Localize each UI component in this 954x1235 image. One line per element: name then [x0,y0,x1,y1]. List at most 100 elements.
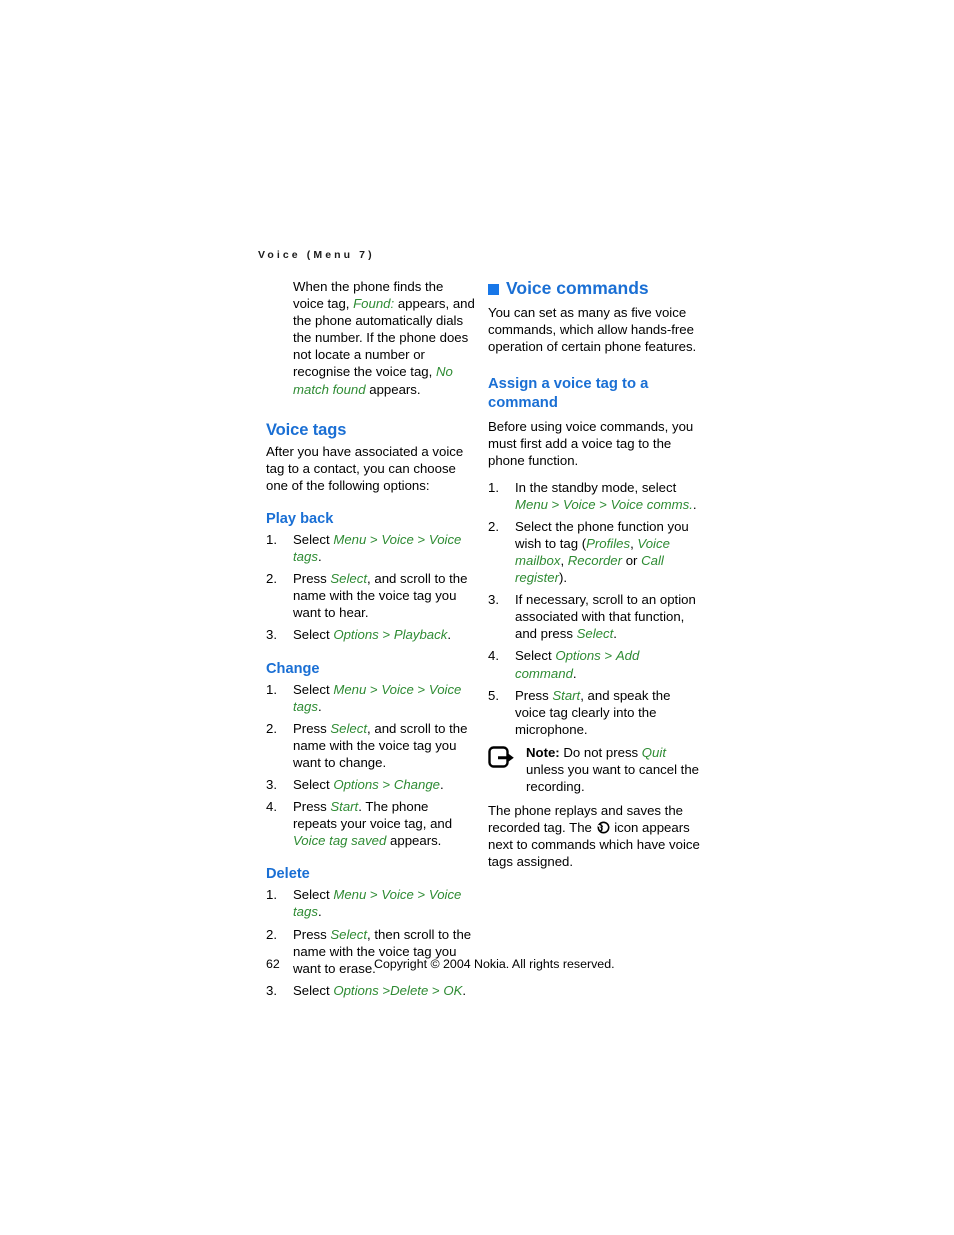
step-ui-term: Options [333,982,379,998]
step-item: 2. Press Select, and scroll to the name w… [266,720,476,771]
intro-term-found: Found: [353,296,395,312]
step-text: . [317,904,322,920]
step-ui-term: > [366,681,382,697]
step-ui-term: > [548,496,564,512]
note-term-quit: Quit [641,744,666,760]
step-text: ). [558,570,568,586]
step-number: 3. [266,776,277,792]
step-item: 2. Press Select, and scroll to the name w… [266,570,476,621]
step-number: 3. [266,982,277,998]
step-number: 2. [266,720,277,736]
step-number: 2. [266,571,277,587]
step-ui-term: > [366,531,382,547]
step-text: appears. [386,833,442,849]
step-text: . [613,626,617,642]
step-ui-term: Voice [381,681,414,697]
heading-delete: Delete [266,866,310,883]
step-item: 3. Select Options >Delete > OK. [266,982,476,999]
step-text: Select [293,681,334,697]
page-number: 62 [266,957,280,971]
step-ui-term: > [378,982,391,998]
step-number: 1. [488,479,499,495]
step-ui-term: Playback [393,627,448,643]
step-ui-term: Start [552,687,581,703]
note-box: Note: Do not press Quit unless you want … [488,744,700,795]
left-column: When the phone finds the voice tag, Foun… [266,278,476,1004]
step-text: In the standby mode, select [515,479,677,495]
closing-paragraph: The phone replays and saves the recorded… [488,802,700,870]
step-text: . [317,549,322,565]
step-text: . [462,982,467,998]
note-hand-pointer-icon [488,746,520,770]
step-ui-term: Select [330,571,368,587]
steps-delete: 1. Select Menu > Voice > Voice tags. 2. Pre… [266,886,476,999]
step-item: 1. In the standby mode, select Menu > Voi… [488,479,700,513]
step-ui-term: Select [330,926,368,942]
step-item: 3. If necessary, scroll to an option asso… [488,591,700,642]
step-number: 4. [266,799,277,815]
intro-part3: appears. [365,381,421,397]
voice-tags-paragraph: After you have associated a voice tag to… [266,443,464,493]
step-item: 3. Select Options > Change. [266,776,476,793]
step-number: 1. [266,531,277,547]
step-ui-term: Select [330,720,368,736]
step-ui-term: Delete [390,982,429,998]
copyright-notice: Copyright © 2004 Nokia. All rights reser… [374,957,615,971]
step-ui-term: Options [555,648,601,664]
step-ui-term: Recorder [567,552,623,568]
step-ui-term: Voice tag saved [293,833,387,849]
intro-paragraph: When the phone finds the voice tag, Foun… [293,278,476,398]
step-item: 1. Select Menu > Voice > Voice tags. [266,531,476,565]
step-text: Select [293,887,334,903]
heading-voice-commands: Voice commands [488,278,700,299]
voice-tag-icon [597,821,610,834]
right-column: Voice commands You can set as many as fi… [488,278,700,871]
step-ui-term: > [413,887,429,903]
step-item: 2. Select the phone function you wish to … [488,518,700,586]
step-ui-term: Change [393,776,441,792]
step-text: . [692,496,697,512]
step-number: 3. [488,592,499,608]
heading-change: Change [266,660,320,677]
step-text: Press [293,926,331,942]
steps-play-back: 1. Select Menu > Voice > Voice tags. 2. Pre… [266,531,476,644]
step-text: Press [293,720,331,736]
step-number: 1. [266,681,277,697]
step-text: Select [293,627,334,643]
step-text: or [622,552,642,568]
step-number: 2. [488,518,499,534]
step-text: . [447,627,451,643]
step-text: Select [293,982,334,998]
step-ui-term: > [413,531,429,547]
step-ui-term: > [378,627,394,643]
step-ui-term: Options [333,776,379,792]
heading-voice-commands-label: Voice commands [506,278,649,298]
step-item: 1. Select Menu > Voice > Voice tags. [266,681,476,715]
step-ui-term: > [600,648,616,664]
step-text: . [440,776,444,792]
step-item: 5. Press Start, and speak the voice tag c… [488,687,700,738]
step-text: Select [293,776,334,792]
step-ui-term: Select [576,626,614,642]
step-number: 3. [266,627,277,643]
manual-page: Voice (Menu 7) When the phone finds the … [0,0,954,1235]
page-footer: 62 Copyright © 2004 Nokia. All rights re… [0,957,954,977]
step-ui-term: Menu [515,496,548,512]
step-ui-term: Options [333,627,379,643]
step-item: 3. Select Options > Playback. [266,626,476,643]
step-ui-term: > [413,681,429,697]
step-number: 5. [488,687,499,703]
step-ui-term: > [595,496,611,512]
assign-paragraph: Before using voice commands, you must fi… [488,419,694,469]
step-text: Select [515,648,556,664]
note-text: Note: Do not press Quit unless you want … [526,744,700,795]
steps-change: 1. Select Menu > Voice > Voice tags. 2. Pre… [266,681,476,850]
step-text: , [560,552,568,568]
step-ui-term: Voice [563,496,596,512]
step-text: Press [293,799,331,815]
step-ui-term: > [428,982,444,998]
voice-commands-paragraph: You can set as many as five voice comman… [488,305,697,355]
running-head: Voice (Menu 7) [258,249,375,261]
note-part2: unless you want to cancel the recording. [526,761,700,795]
step-ui-term: Start [330,799,359,815]
